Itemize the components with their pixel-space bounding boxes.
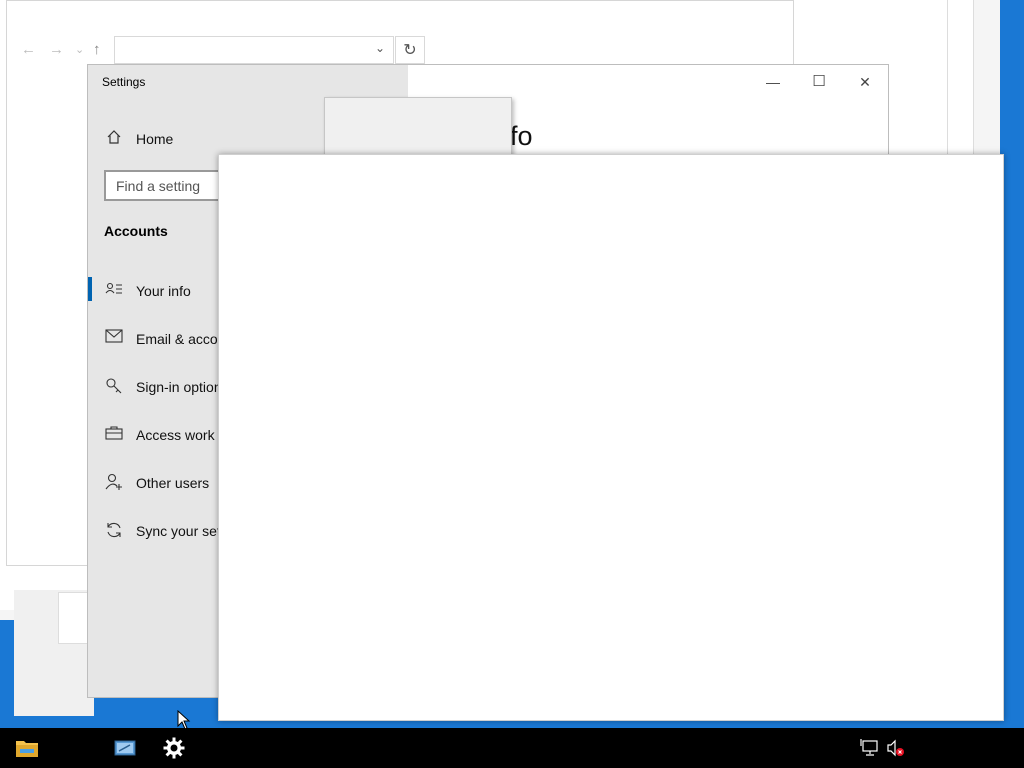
section-heading: Accounts — [104, 223, 168, 239]
network-icon[interactable] — [860, 738, 880, 758]
minimize-button[interactable]: — — [750, 71, 796, 93]
sidebar-item-label: Sign-in option — [136, 379, 222, 395]
person-add-icon — [104, 473, 124, 493]
search-placeholder: Find a setting — [116, 178, 201, 194]
recent-locations-icon[interactable]: ⌄ — [75, 43, 84, 56]
back-icon[interactable]: ← — [21, 41, 36, 58]
sidebar-item-label: Access work o — [136, 427, 227, 443]
forward-icon[interactable]: → — [49, 41, 64, 58]
key-icon — [104, 377, 124, 397]
address-bar[interactable]: ⌄ — [114, 36, 394, 64]
close-button[interactable]: ✕ — [842, 71, 888, 93]
sidebar-item-label: Email & accou — [136, 331, 226, 347]
taskbar — [0, 728, 1024, 768]
page-title: fo — [510, 121, 533, 151]
home-icon — [104, 129, 124, 149]
briefcase-icon — [104, 425, 124, 445]
blank-window — [218, 154, 1004, 721]
sync-icon — [104, 521, 124, 541]
maximize-button[interactable]: ☐ — [796, 71, 842, 93]
chevron-down-icon[interactable]: ⌄ — [375, 41, 385, 55]
settings-gear-icon[interactable] — [162, 736, 186, 760]
sidebar-item-label: Sync your sett — [136, 523, 225, 539]
control-panel-icon[interactable] — [113, 736, 137, 760]
mouse-cursor-icon — [177, 709, 191, 730]
mail-icon — [104, 329, 124, 349]
up-icon[interactable]: ↑ — [93, 41, 101, 58]
refresh-button[interactable]: ↻ — [395, 36, 425, 64]
window-title: Settings — [102, 75, 146, 89]
file-explorer-icon[interactable] — [15, 736, 39, 760]
sidebar-item-label: Your info — [136, 283, 191, 299]
sidebar-item-label: Home — [136, 131, 174, 147]
person-list-icon — [104, 281, 124, 301]
volume-muted-icon[interactable] — [886, 738, 906, 758]
sidebar-item-label: Other users — [136, 475, 210, 491]
